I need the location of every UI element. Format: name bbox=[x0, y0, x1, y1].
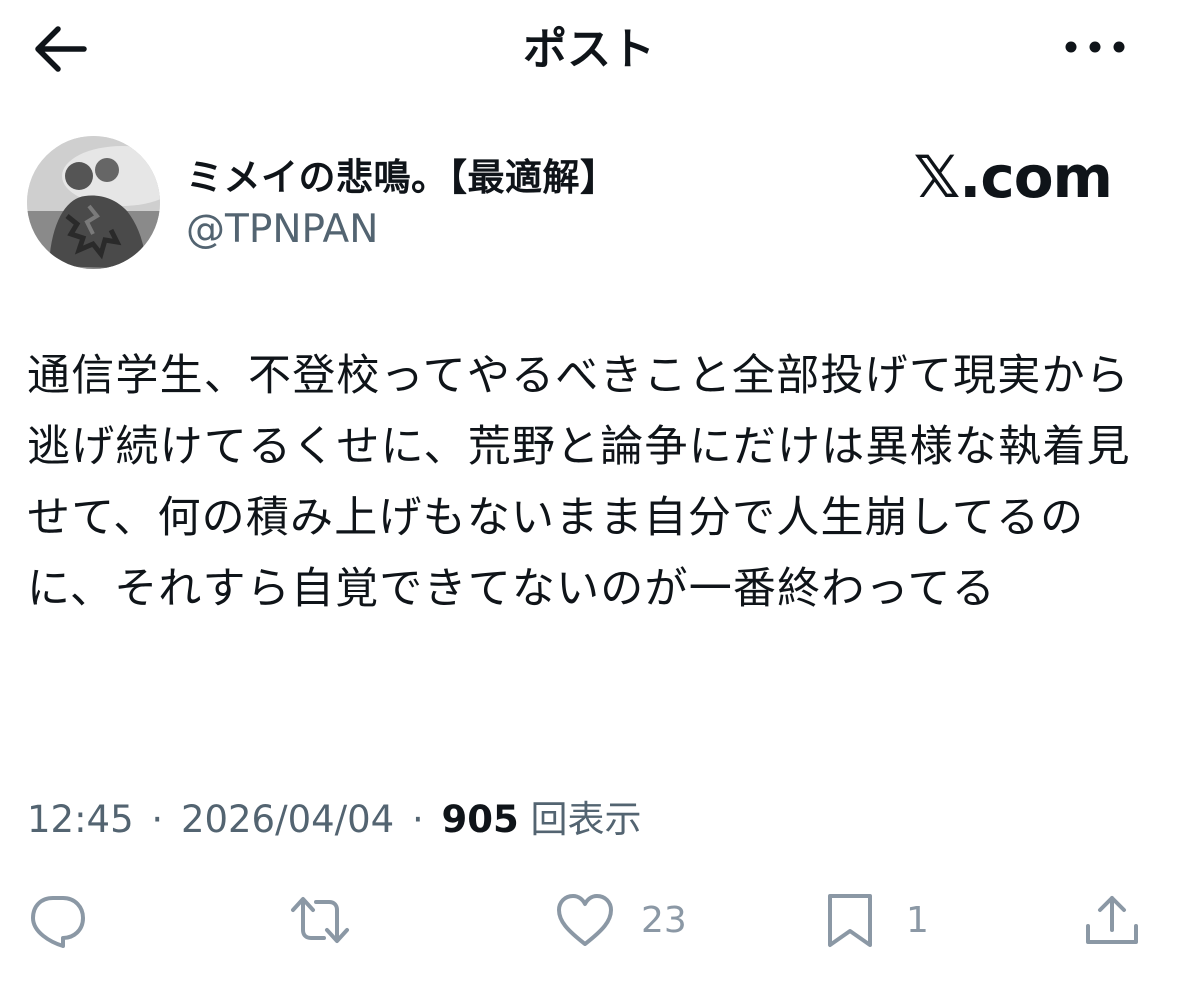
top-bar: ポスト bbox=[0, 0, 1178, 100]
like-count: 23 bbox=[641, 899, 687, 941]
view-count: 905 bbox=[441, 798, 519, 841]
repost-icon bbox=[291, 897, 349, 943]
repost-button[interactable] bbox=[290, 890, 350, 950]
view-label: 回表示 bbox=[530, 798, 642, 841]
share-icon bbox=[1086, 896, 1138, 944]
avatar[interactable] bbox=[27, 136, 160, 269]
share-button[interactable] bbox=[1082, 890, 1142, 950]
reply-button[interactable] bbox=[28, 890, 88, 950]
post-date[interactable]: 2026/04/04 bbox=[181, 798, 394, 841]
tweet-meta: 12:45 · 2026/04/04 · 905 回表示 bbox=[27, 792, 642, 848]
post-time[interactable]: 12:45 bbox=[27, 798, 134, 841]
display-name[interactable]: ミメイの悲鳴。【最適解】 bbox=[186, 150, 618, 206]
heart-icon bbox=[557, 894, 613, 946]
tweet-text: 通信学生、不登校ってやるべきこと全部投げて現実から逃げ続けてるくせに、荒野と論争… bbox=[27, 351, 1131, 614]
like-button[interactable]: 23 bbox=[555, 890, 687, 950]
bookmark-icon bbox=[828, 894, 872, 947]
bookmark-count: 1 bbox=[906, 899, 929, 941]
page-title: ポスト bbox=[523, 24, 655, 75]
meta-separator: · bbox=[151, 798, 164, 841]
more-horizontal-icon[interactable] bbox=[1064, 34, 1126, 60]
brand-watermark: 𝕏.com bbox=[913, 143, 1113, 211]
meta-separator: · bbox=[411, 798, 424, 841]
reply-icon bbox=[31, 896, 85, 948]
profile-photo bbox=[27, 136, 160, 269]
bookmark-button[interactable]: 1 bbox=[820, 890, 929, 950]
user-handle[interactable]: @TPNPAN bbox=[186, 202, 378, 258]
